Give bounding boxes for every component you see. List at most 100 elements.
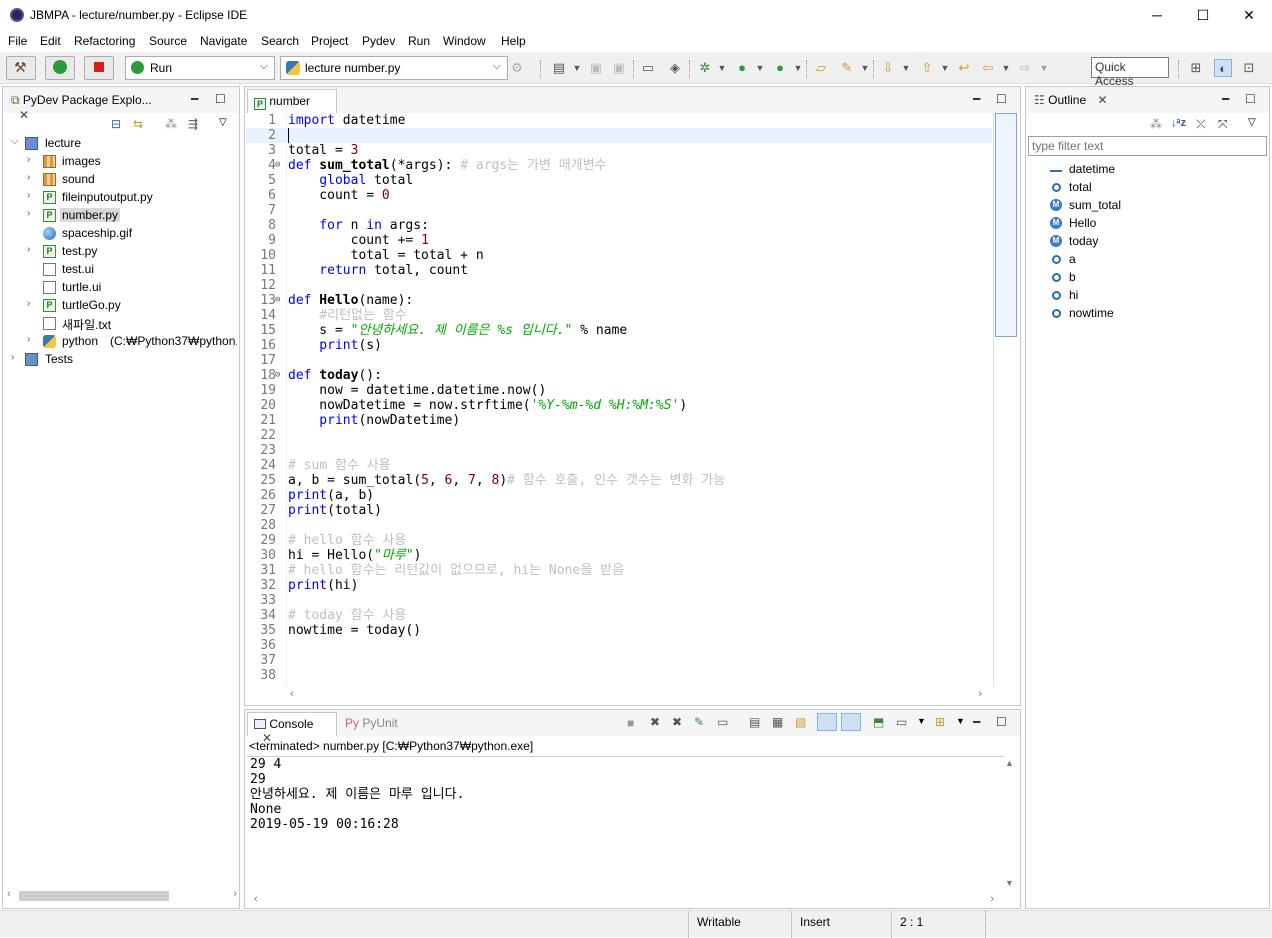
back-icon[interactable]: ⇦ bbox=[979, 59, 997, 77]
tree-item-number[interactable]: › P number.py bbox=[27, 207, 227, 225]
minimize-icon[interactable]: ━ bbox=[191, 92, 198, 106]
word-wrap-icon[interactable]: ▧ bbox=[795, 715, 806, 729]
horizontal-scrollbar[interactable]: ‹ › bbox=[246, 687, 1016, 703]
build-button[interactable]: ⚒ bbox=[6, 56, 36, 80]
console-icon[interactable]: ▭ bbox=[639, 59, 657, 77]
remove-all-icon[interactable]: ✖ bbox=[672, 715, 682, 729]
code-editor[interactable]: 1 import datetime 2 3 total = 3 4 ⊖ def sum_… bbox=[246, 113, 992, 687]
tree-item-spaceship[interactable]: spaceship.gif bbox=[27, 225, 227, 243]
link-editor-icon[interactable]: ⇆ bbox=[133, 117, 143, 131]
tree-item-turtlego[interactable]: › P turtleGo.py bbox=[27, 297, 227, 315]
view-menu-icon[interactable]: ▽ bbox=[1248, 117, 1256, 128]
close-icon[interactable]: ✕ bbox=[1097, 93, 1107, 107]
minimize-icon[interactable]: ━ bbox=[1222, 92, 1229, 106]
tree-item-lecture[interactable]: ⌵ lecture bbox=[11, 135, 231, 153]
scrollbar-thumb[interactable] bbox=[995, 113, 1017, 337]
chevron-down-icon[interactable]: ▼ bbox=[568, 59, 586, 77]
tree-item-turtle-ui[interactable]: turtle.ui bbox=[27, 279, 227, 297]
show-on-error-icon[interactable] bbox=[841, 713, 861, 731]
tree-item-images[interactable]: › images bbox=[27, 153, 227, 171]
chevron-right-icon[interactable]: › bbox=[990, 893, 994, 905]
maximize-icon[interactable]: ☐ bbox=[1245, 92, 1256, 106]
tab-pyunit[interactable]: Py PyUnit bbox=[339, 712, 409, 736]
minimize-icon[interactable]: ━ bbox=[973, 92, 980, 106]
chevron-left-icon[interactable]: ‹ bbox=[254, 893, 258, 905]
clear-console-icon[interactable]: ▤ bbox=[749, 715, 760, 729]
menu-window[interactable]: Window bbox=[443, 34, 486, 48]
chevron-down-icon[interactable]: ▼ bbox=[1035, 59, 1053, 77]
coverage-icon[interactable]: ● bbox=[771, 59, 789, 77]
pin-console-icon[interactable]: ⬒ bbox=[873, 715, 884, 729]
outline-filter-input[interactable] bbox=[1028, 136, 1267, 156]
close-icon[interactable]: ✕ bbox=[19, 108, 29, 122]
chevron-down-icon[interactable]: ▼ bbox=[936, 59, 954, 77]
gear-icon[interactable]: ⚙ bbox=[508, 59, 526, 77]
remove-launch-icon[interactable]: ✖ bbox=[650, 715, 660, 729]
run-config-select[interactable]: Run ⌵ bbox=[125, 56, 275, 80]
focus-icon[interactable]: ⇶ bbox=[188, 117, 198, 131]
menu-project[interactable]: Project bbox=[311, 34, 348, 48]
save-all-icon[interactable]: ▣ bbox=[610, 59, 628, 77]
prev-annotation-icon[interactable]: ⇧ bbox=[918, 59, 936, 77]
tab-outline[interactable]: ☷ Outline ✕ bbox=[1028, 89, 1118, 113]
chevron-down-icon[interactable]: ▼ bbox=[917, 716, 926, 726]
tree-item-test-ui[interactable]: test.ui bbox=[27, 261, 227, 279]
open-console-icon[interactable]: ⊞ bbox=[935, 715, 945, 729]
close-button[interactable]: ✕ bbox=[1226, 0, 1272, 31]
chevron-right-icon[interactable]: › bbox=[978, 688, 982, 700]
scroll-lock-icon[interactable]: ▦ bbox=[772, 715, 783, 729]
sort-icon[interactable]: ↓ᵃz bbox=[1171, 117, 1186, 129]
tree-item-sound[interactable]: › sound bbox=[27, 171, 227, 189]
tree-item-tests[interactable]: › Tests bbox=[11, 351, 231, 369]
tree-item-test-py[interactable]: › P test.py bbox=[27, 243, 227, 261]
menu-file[interactable]: File bbox=[8, 34, 27, 48]
package-icon[interactable]: ◈ bbox=[666, 59, 684, 77]
collapse-all-icon[interactable]: ⊟ bbox=[111, 117, 121, 131]
maximize-icon[interactable]: ☐ bbox=[996, 92, 1007, 106]
save-icon[interactable]: ▣ bbox=[587, 59, 605, 77]
expand-all-icon[interactable]: ⤧ bbox=[1218, 117, 1228, 132]
menu-search[interactable]: Search bbox=[261, 34, 299, 48]
chevron-down-icon[interactable]: ▼ bbox=[956, 716, 965, 726]
debug-icon[interactable]: ✲ bbox=[696, 59, 714, 77]
forward-icon[interactable]: ⇨ bbox=[1016, 59, 1034, 77]
chevron-down-icon[interactable]: ▼ bbox=[997, 59, 1015, 77]
vertical-scrollbar[interactable] bbox=[993, 113, 1018, 687]
console-output[interactable]: 29 4 29 안녕하세요. 제 이름은 마루 입니다. None 2019-0… bbox=[246, 756, 1004, 890]
chevron-left-icon[interactable]: ‹ bbox=[7, 888, 11, 900]
menu-help[interactable]: Help bbox=[501, 34, 526, 48]
horizontal-scrollbar[interactable]: ‹ › bbox=[7, 888, 237, 904]
view-menu-icon[interactable]: ▽ bbox=[219, 117, 227, 128]
launch-target-select[interactable]: lecture number.py ⌵ bbox=[280, 56, 508, 80]
show-on-output-icon[interactable] bbox=[817, 713, 837, 731]
maximize-button[interactable]: ☐ bbox=[1180, 0, 1226, 31]
chevron-down-icon[interactable]: ▼ bbox=[1005, 878, 1014, 888]
filters-icon[interactable]: ⁂ bbox=[1150, 117, 1162, 131]
chevron-down-icon[interactable]: ▼ bbox=[751, 59, 769, 77]
collapse-all-icon[interactable]: ⤫ bbox=[1196, 117, 1206, 132]
chevron-up-icon[interactable]: ▲ bbox=[1005, 758, 1014, 768]
debug-perspective-icon[interactable]: ⊡ bbox=[1240, 59, 1258, 77]
new-icon[interactable]: ▤ bbox=[550, 59, 568, 77]
terminate-button[interactable] bbox=[84, 56, 114, 80]
run-button[interactable] bbox=[45, 56, 75, 80]
open-perspective-icon[interactable]: ⊞ bbox=[1187, 59, 1205, 77]
vertical-scrollbar[interactable]: ▲ ▼ bbox=[1002, 756, 1018, 890]
filters-icon[interactable]: ⁂ bbox=[165, 117, 177, 131]
tab-number[interactable]: P number ✕ bbox=[247, 89, 337, 124]
tab-package-explorer[interactable]: ⧉ PyDev Package Explo... ✕ bbox=[5, 89, 175, 122]
pydev-perspective-icon[interactable]: ◐ bbox=[1214, 59, 1232, 77]
minimize-button[interactable]: ─ bbox=[1134, 0, 1180, 31]
chevron-down-icon[interactable]: ▼ bbox=[789, 59, 807, 77]
tree-item-new-file[interactable]: 새파일.txt bbox=[27, 315, 227, 333]
debug-console-icon[interactable]: ✎ bbox=[694, 715, 704, 729]
terminate-icon[interactable]: ■ bbox=[627, 716, 634, 730]
menu-run[interactable]: Run bbox=[408, 34, 430, 48]
menu-source[interactable]: Source bbox=[149, 34, 187, 48]
last-edit-icon[interactable]: ↩ bbox=[955, 59, 973, 77]
tab-console[interactable]: Console ✕ bbox=[247, 712, 337, 745]
chevron-right-icon[interactable]: › bbox=[233, 888, 237, 900]
open-folder-icon[interactable]: ▱ bbox=[812, 59, 830, 77]
run-icon[interactable]: ● bbox=[733, 59, 751, 77]
display-console-icon[interactable]: ▭ bbox=[896, 715, 907, 729]
